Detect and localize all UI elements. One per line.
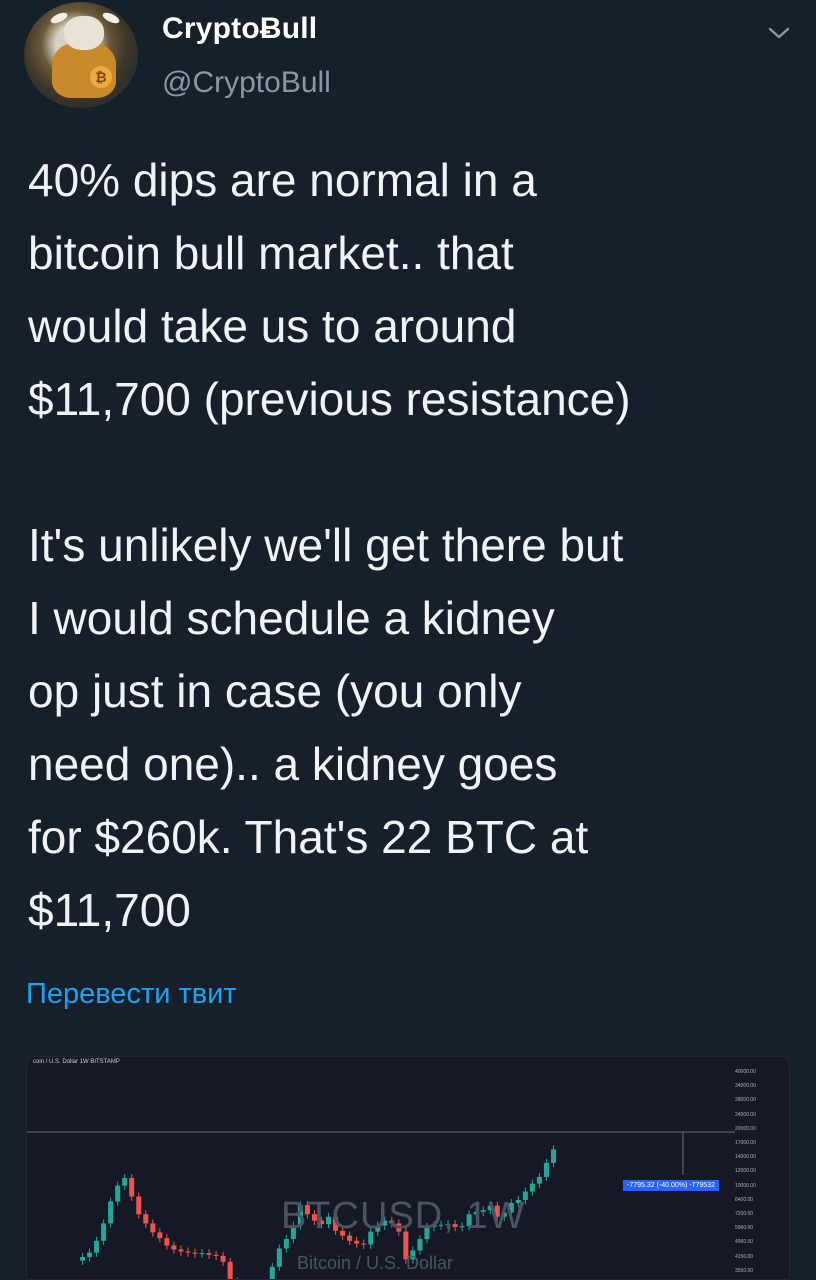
candle-body: [354, 1240, 360, 1244]
candle-body: [269, 1266, 275, 1279]
axis-tick-label: 8400.00: [735, 1196, 754, 1203]
bitcoin-coin-icon: ₿: [90, 66, 112, 88]
axis-tick-label: 4150.00: [735, 1253, 754, 1260]
candle-body: [536, 1176, 542, 1184]
axis-tick-label: 12000.00: [735, 1168, 756, 1175]
tweet: ₿ CryptoɃull @CryptoBull 40% dips are no…: [0, 0, 816, 1280]
axis-tick-label: 28000.00: [735, 1097, 756, 1104]
axis-tick-label: 14000.00: [735, 1154, 756, 1161]
candle-body: [283, 1239, 289, 1249]
candle-body: [361, 1243, 367, 1245]
candle-body: [94, 1240, 100, 1253]
chart-watermark-description: Bitcoin / U.S. Dollar: [297, 1253, 454, 1273]
axis-tick-label: 20000.00: [735, 1125, 756, 1132]
candle-body: [122, 1178, 128, 1186]
tweet-line: It's unlikely we'll get there but: [28, 519, 624, 571]
axis-tick-label: 5960.00: [735, 1225, 754, 1232]
candle-body: [178, 1249, 184, 1252]
chart-header: coin / U.S. Dollar 1W BITSTAMP: [33, 1059, 120, 1065]
candle-body: [417, 1239, 423, 1251]
candle-body: [206, 1253, 212, 1255]
display-name[interactable]: CryptoɃull: [162, 12, 317, 46]
axis-tick-label: 7200.00: [735, 1211, 754, 1217]
candle-body: [129, 1178, 135, 1197]
tweet-line: $11,700 (previous resistance): [28, 373, 631, 425]
candle-body: [143, 1214, 149, 1224]
chart-image[interactable]: coin / U.S. Dollar 1W BITSTAMP BTCUSD, 1…: [26, 1056, 790, 1280]
candle-body: [213, 1254, 219, 1256]
user-handle[interactable]: @CryptoBull: [162, 66, 331, 100]
tweet-line: would take us to around: [28, 300, 517, 352]
tweet-line: bitcoin bull market.. that: [28, 227, 514, 279]
candle-body: [101, 1223, 107, 1241]
candle-body: [185, 1251, 191, 1253]
axis-tick-label: 4960.00: [735, 1239, 754, 1246]
chart-watermark-symbol: BTCUSD, 1W: [281, 1195, 526, 1237]
price-chart-svg: [27, 1131, 735, 1279]
candle-body: [115, 1185, 121, 1202]
candle-body: [192, 1252, 198, 1254]
bull-avatar-icon[interactable]: ₿: [24, 2, 138, 108]
candle-body: [227, 1261, 233, 1279]
candle-body: [199, 1253, 205, 1255]
candle-body: [164, 1238, 170, 1246]
tweet-line: need one).. a kidney goes: [28, 738, 558, 790]
candle-body: [157, 1232, 163, 1239]
price-change-tag: -7795.32 (-40.00%) -779532: [623, 1180, 719, 1191]
candle-body: [529, 1183, 535, 1192]
candle-body: [80, 1257, 86, 1261]
candle-body: [171, 1245, 177, 1250]
candle-body: [220, 1255, 226, 1262]
tweet-line: 40% dips are normal in a: [28, 154, 537, 206]
axis-tick-label: 3550.00: [735, 1267, 754, 1274]
tweet-line: I would schedule a kidney: [28, 592, 555, 644]
tweet-line: $11,700: [28, 884, 191, 936]
avatar-horn-right: [101, 10, 121, 26]
axis-tick-label: 17000.00: [735, 1140, 756, 1146]
axis-tick-label: 34000.00: [735, 1083, 756, 1090]
candle-body: [150, 1223, 156, 1233]
chevron-down-icon[interactable]: [764, 18, 794, 48]
candle-body: [276, 1248, 282, 1267]
chevron-down-icon-svg: [768, 27, 790, 39]
translate-tweet-link[interactable]: Перевести твит: [26, 978, 237, 1011]
axis-tick-label: 10000.00: [735, 1182, 756, 1189]
candle-body: [550, 1149, 556, 1163]
tweet-text: 40% dips are normal in a bitcoin bull ma…: [28, 144, 798, 947]
candle-body: [87, 1252, 93, 1258]
tweet-line: for $260k. That's 22 BTC at: [28, 811, 589, 863]
candle-body: [136, 1196, 142, 1215]
candle-body: [543, 1162, 549, 1177]
axis-tick-label: 40000.00: [735, 1069, 756, 1075]
axis-tick-label: 24000.00: [735, 1111, 756, 1118]
tweet-line: op just in case (you only: [28, 665, 522, 717]
candle-body: [108, 1201, 114, 1224]
avatar-bull-head: [64, 16, 104, 50]
